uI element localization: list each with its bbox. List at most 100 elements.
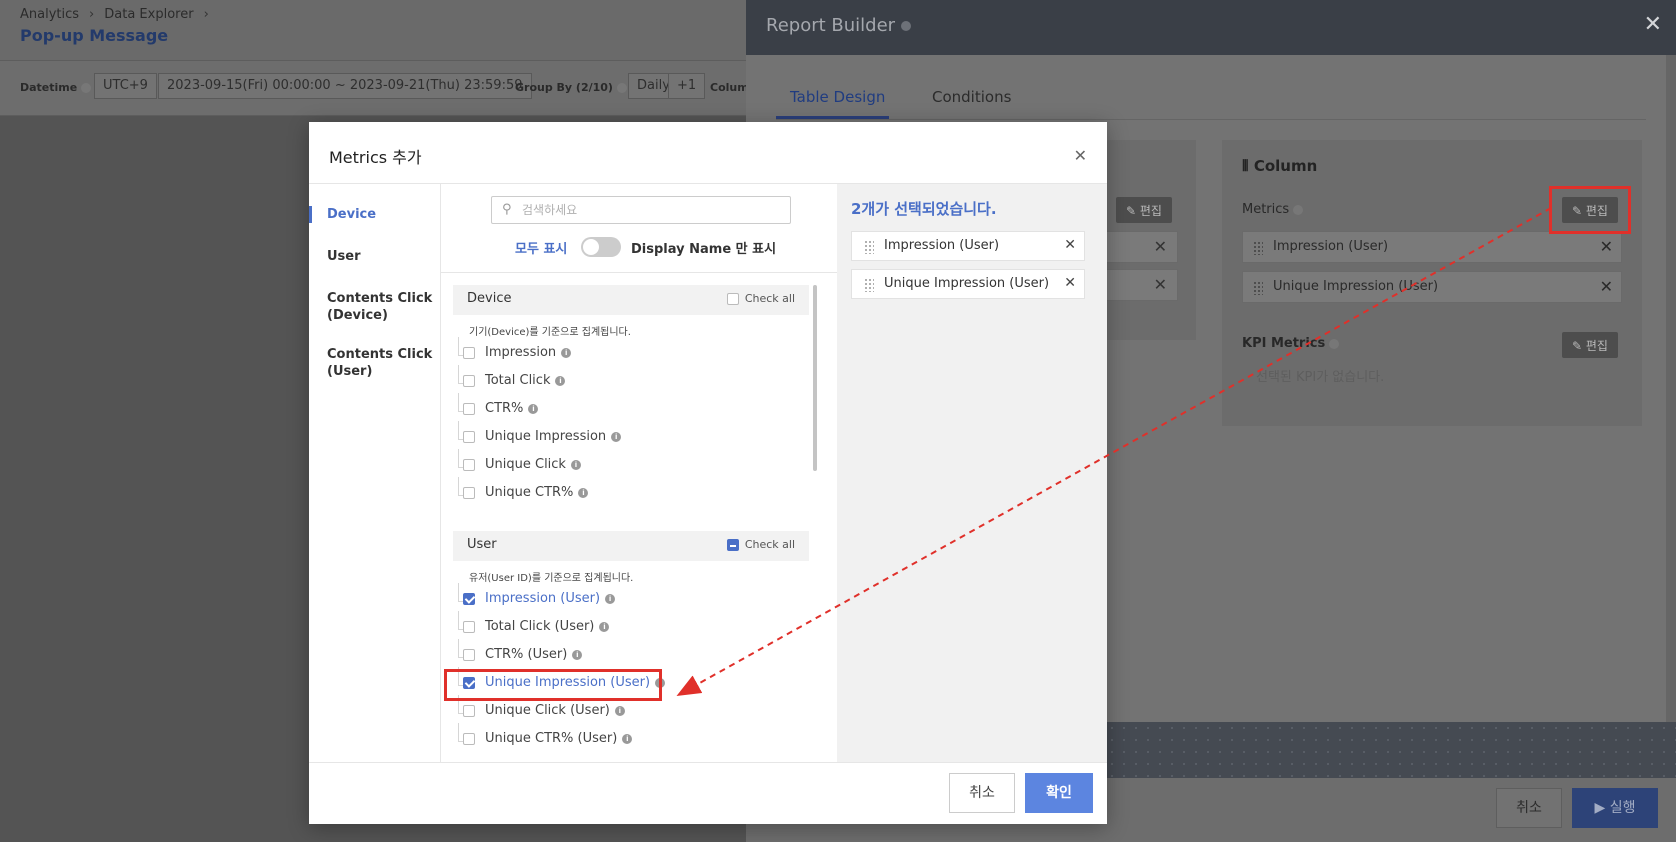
checkbox-icon[interactable] bbox=[726, 293, 739, 305]
report-builder-title: Report Builder bbox=[766, 15, 912, 36]
selected-item[interactable]: Impression (User) ✕ bbox=[851, 231, 1085, 261]
display-name-only-label[interactable]: Display Name 만 표시 bbox=[631, 238, 776, 257]
close-icon[interactable]: ✕ bbox=[1074, 146, 1087, 165]
show-all-label[interactable]: 모두 표시 bbox=[515, 238, 567, 257]
kpi-metrics-label: KPI Metrics bbox=[1242, 336, 1340, 351]
selected-item-label: Impression (User) bbox=[884, 238, 1000, 253]
info-icon bbox=[901, 21, 912, 31]
checkbox-icon[interactable] bbox=[463, 704, 475, 717]
metric-item[interactable]: Total Click (User) i bbox=[458, 611, 610, 641]
remove-icon[interactable]: ✕ bbox=[1154, 275, 1167, 294]
annotation-highlight bbox=[444, 669, 662, 701]
checkbox-icon[interactable] bbox=[463, 458, 475, 471]
columns-icon: ⦀ bbox=[1242, 157, 1254, 175]
drag-handle-icon[interactable] bbox=[864, 240, 874, 254]
annotation-highlight bbox=[1549, 186, 1631, 234]
metric-item[interactable]: Unique CTR% i bbox=[458, 477, 589, 507]
check-all-device[interactable]: Check all bbox=[726, 292, 795, 305]
metric-item[interactable]: Unique CTR% (User) i bbox=[458, 723, 633, 753]
metric-category-nav: Device User Contents Click (Device) Cont… bbox=[309, 184, 441, 762]
tab-conditions[interactable]: Conditions bbox=[932, 88, 1011, 106]
nav-item-contents-click-device[interactable]: Contents Click (Device) bbox=[309, 290, 441, 324]
checkbox-icon[interactable] bbox=[463, 346, 475, 359]
selected-metrics-pane: 2개가 선택되었습니다. Impression (User) ✕ Unique … bbox=[837, 184, 1107, 762]
checkbox-icon[interactable] bbox=[463, 620, 475, 633]
cancel-button[interactable]: 취소 bbox=[1496, 788, 1562, 828]
metric-item[interactable]: Impression i bbox=[458, 337, 572, 367]
run-button[interactable]: ▶ 실행 bbox=[1572, 788, 1658, 828]
checkbox-icon[interactable] bbox=[463, 648, 475, 661]
modal-header: Metrics 추가 ✕ bbox=[309, 122, 1107, 184]
metric-item[interactable]: Unique Click (User) i bbox=[458, 695, 625, 725]
checkbox-partial-icon[interactable] bbox=[726, 539, 739, 551]
column-metric-label: Unique Impression (User) bbox=[1273, 279, 1439, 294]
timezone-select[interactable]: UTC+9 bbox=[94, 73, 157, 99]
nav-item-user[interactable]: User bbox=[309, 248, 441, 265]
metric-item[interactable]: Impression (User) i bbox=[458, 583, 616, 613]
selected-item-label: Unique Impression (User) bbox=[884, 276, 1050, 291]
remove-icon[interactable]: ✕ bbox=[1154, 237, 1167, 256]
remove-icon[interactable]: ✕ bbox=[1064, 237, 1076, 253]
info-icon: i bbox=[570, 459, 581, 470]
checkbox-icon[interactable] bbox=[463, 430, 475, 443]
metrics-modal: Metrics 추가 ✕ Device User Contents Click … bbox=[309, 122, 1107, 824]
group-header-user: User Check all bbox=[453, 531, 809, 561]
modal-title: Metrics 추가 bbox=[329, 148, 422, 167]
breadcrumb-data-explorer[interactable]: Data Explorer bbox=[104, 7, 193, 22]
metric-item[interactable]: Unique Impression i bbox=[458, 421, 622, 451]
search-field[interactable]: ⚲ bbox=[491, 196, 791, 224]
drag-handle-icon[interactable] bbox=[1253, 281, 1263, 295]
tab-table-design[interactable]: Table Design bbox=[790, 88, 885, 106]
scrollbar[interactable] bbox=[813, 285, 817, 471]
breadcrumb-analytics[interactable]: Analytics bbox=[20, 7, 79, 22]
metric-item[interactable]: CTR% (User) i bbox=[458, 639, 583, 669]
metric-list-pane: ⚲ 모두 표시 Display Name 만 표시 Device Check a… bbox=[441, 184, 837, 762]
info-icon bbox=[1329, 338, 1340, 349]
breadcrumb: Analytics › Data Explorer › bbox=[20, 7, 209, 22]
search-icon: ⚲ bbox=[502, 202, 512, 217]
drag-handle-icon[interactable] bbox=[1253, 241, 1263, 255]
metric-list: Device Check all 기기(Device)를 기준으로 집계됩니다.… bbox=[441, 272, 837, 762]
nav-item-device[interactable]: Device bbox=[309, 206, 441, 223]
confirm-button[interactable]: 확인 bbox=[1025, 773, 1093, 813]
info-icon bbox=[81, 83, 92, 93]
display-name-toggle[interactable] bbox=[581, 237, 621, 257]
checkbox-icon[interactable] bbox=[463, 732, 475, 745]
info-icon bbox=[1293, 204, 1304, 215]
column-metric-row[interactable]: Impression (User) ✕ bbox=[1242, 231, 1622, 263]
checkbox-checked-icon[interactable] bbox=[463, 592, 475, 605]
nav-item-contents-click-user[interactable]: Contents Click (User) bbox=[309, 346, 441, 380]
checkbox-icon[interactable] bbox=[463, 486, 475, 499]
group-name: Device bbox=[467, 291, 512, 306]
column-title: ⦀ Column bbox=[1242, 157, 1318, 175]
info-icon: i bbox=[555, 375, 566, 386]
checkbox-icon[interactable] bbox=[463, 374, 475, 387]
cancel-button[interactable]: 취소 bbox=[949, 773, 1015, 813]
kpi-edit-button[interactable]: ✎ 편집 bbox=[1562, 332, 1618, 358]
scrollbar[interactable] bbox=[1666, 55, 1676, 722]
group-name: User bbox=[467, 537, 497, 552]
metric-item[interactable]: CTR% i bbox=[458, 393, 539, 423]
metric-item[interactable]: Total Click i bbox=[458, 365, 566, 395]
column-card: ⦀ Column Metrics ✎ 편집 Impression (User) … bbox=[1222, 140, 1642, 426]
kpi-empty-text: 선택된 KPI가 없습니다. bbox=[1256, 370, 1385, 385]
metric-item[interactable]: Unique Click i bbox=[458, 449, 581, 479]
drag-handle-icon[interactable] bbox=[864, 278, 874, 292]
info-icon: i bbox=[605, 593, 616, 604]
search-input[interactable] bbox=[522, 201, 782, 219]
row-edit-button[interactable]: ✎ 편집 bbox=[1116, 197, 1172, 223]
column-metric-row[interactable]: Unique Impression (User) ✕ bbox=[1242, 271, 1622, 303]
close-icon[interactable]: ✕ bbox=[1644, 12, 1662, 37]
chevron-right-icon: › bbox=[89, 7, 95, 22]
group-header-device: Device Check all bbox=[453, 285, 809, 315]
check-all-user[interactable]: Check all bbox=[726, 538, 795, 551]
checkbox-icon[interactable] bbox=[463, 402, 475, 415]
selected-item[interactable]: Unique Impression (User) ✕ bbox=[851, 269, 1085, 299]
remove-icon[interactable]: ✕ bbox=[1600, 237, 1613, 256]
date-range-picker[interactable]: 2023-09-15(Fri) 00:00:00 ~ 2023-09-21(Th… bbox=[158, 73, 532, 99]
remove-icon[interactable]: ✕ bbox=[1600, 277, 1613, 296]
remove-icon[interactable]: ✕ bbox=[1064, 275, 1076, 291]
group-by-more[interactable]: +1 bbox=[668, 73, 706, 99]
group-description: 유저(User ID)를 기준으로 집계됩니다. bbox=[469, 573, 634, 584]
info-icon: i bbox=[561, 347, 572, 358]
